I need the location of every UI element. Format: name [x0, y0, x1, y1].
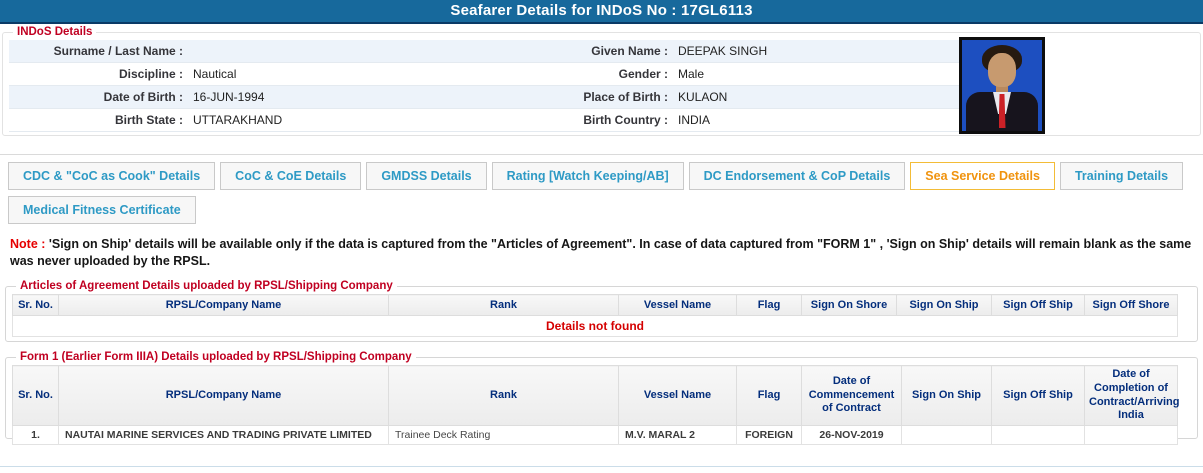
tab-training-details[interactable]: Training Details	[1059, 162, 1184, 190]
indos-details-grid: Surname / Last Name : Given Name : DEEPA…	[9, 40, 959, 132]
table-cell	[901, 425, 992, 445]
given-name-value: DEEPAK SINGH	[678, 44, 768, 58]
form1-table: Sr. No. RPSL/Company Name Rank Vessel Name F…	[12, 365, 1179, 445]
tab-cdc-coc-as-cook-details[interactable]: CDC & "CoC as Cook" Details	[8, 162, 216, 190]
birth-country-label: Birth Country :	[583, 113, 668, 127]
detail-row: Discipline : Nautical Gender : Male	[9, 63, 959, 86]
column-header: RPSL/Company Name	[58, 294, 389, 316]
column-header: Sr. No.	[12, 294, 59, 316]
column-header: Sign Off Ship	[991, 365, 1085, 426]
tab-sea-service-details[interactable]: Sea Service Details	[910, 162, 1055, 190]
column-header: RPSL/Company Name	[58, 365, 389, 426]
table-cell: 1.	[12, 425, 59, 445]
column-header: Flag	[736, 365, 802, 426]
column-header: Sign Off Shore	[1084, 294, 1178, 316]
tab-rating-watch-keeping-ab[interactable]: Rating [Watch Keeping/AB]	[491, 162, 684, 190]
column-header: Vessel Name	[618, 365, 737, 426]
tab-coc-coe-details[interactable]: CoC & CoE Details	[220, 162, 362, 190]
column-header: Sr. No.	[12, 365, 59, 426]
detail-row: Date of Birth : 16-JUN-1994 Place of Bir…	[9, 86, 959, 109]
note-prefix: Note :	[10, 237, 46, 251]
table-cell: 26-NOV-2019	[801, 425, 902, 445]
place-of-birth-label: Place of Birth :	[583, 90, 668, 104]
footer-divider	[0, 466, 1203, 467]
note-text: Note : 'Sign on Ship' details will be av…	[10, 236, 1194, 271]
articles-table: Sr. No. RPSL/Company Name Rank Vessel Name F…	[12, 294, 1178, 337]
birth-country-value: INDIA	[678, 113, 711, 127]
date-of-birth-value: 16-JUN-1994	[193, 90, 265, 104]
column-header: Sign On Ship	[896, 294, 992, 316]
tab-dc-endorsement-cop-details[interactable]: DC Endorsement & CoP Details	[688, 162, 906, 190]
table-row: 1. NAUTAI MARINE SERVICES AND TRADING PRI…	[12, 425, 1178, 445]
seafarer-details-page: Seafarer Details for INDoS No : 17GL6113…	[0, 0, 1203, 473]
note-body: 'Sign on Ship' details will be available…	[10, 237, 1192, 269]
table-cell: Trainee Deck Rating	[388, 425, 619, 445]
gender-value: Male	[678, 67, 705, 81]
table-cell	[1084, 425, 1178, 445]
tab-bar: CDC & "CoC as Cook" Details CoC & CoE Det…	[0, 154, 1203, 230]
seafarer-photo	[959, 37, 1045, 134]
place-of-birth-value: KULAON	[678, 90, 728, 104]
empty-message: Details not found	[12, 315, 1178, 337]
table-cell: M.V. MARAL 2	[618, 425, 737, 445]
tab-medical-fitness-certificate[interactable]: Medical Fitness Certificate	[8, 196, 196, 224]
tab-gmdss-details[interactable]: GMDSS Details	[366, 162, 487, 190]
discipline-value: Nautical	[193, 67, 237, 81]
table-cell: NAUTAI MARINE SERVICES AND TRADING PRIVA…	[58, 425, 389, 445]
column-header: Rank	[388, 294, 619, 316]
surname-value	[189, 40, 487, 62]
articles-legend: Articles of Agreement Details uploaded b…	[20, 280, 393, 292]
detail-row: Birth State : UTTARAKHAND Birth Country …	[9, 109, 959, 132]
discipline-label: Discipline :	[118, 67, 183, 81]
detail-row: Surname / Last Name : Given Name : DEEPA…	[9, 40, 959, 63]
column-header: Sign On Ship	[901, 365, 992, 426]
gender-label: Gender :	[618, 67, 668, 81]
column-header: Rank	[388, 365, 619, 426]
photo-tie	[998, 94, 1006, 128]
birth-state-label: Birth State :	[114, 113, 183, 127]
given-name-label: Given Name :	[591, 44, 668, 58]
form1-legend: Form 1 (Earlier Form IIIA) Details uploa…	[20, 351, 412, 363]
birth-state-value: UTTARAKHAND	[193, 113, 283, 127]
table-cell: FOREIGN	[736, 425, 802, 445]
photo-face	[988, 53, 1016, 87]
table-cell	[991, 425, 1085, 445]
indos-details-legend: INDoS Details	[17, 26, 93, 38]
column-header: Sign Off Ship	[991, 294, 1085, 316]
date-of-birth-label: Date of Birth :	[103, 90, 183, 104]
column-header: Date of Completion of Contract/Arriving …	[1084, 365, 1179, 426]
column-header: Flag	[736, 294, 802, 316]
surname-label: Surname / Last Name :	[53, 44, 183, 58]
column-header: Date of Commencement of Contract	[801, 365, 902, 426]
articles-of-agreement-section: Articles of Agreement Details uploaded b…	[5, 280, 1198, 342]
form1-section: Form 1 (Earlier Form IIIA) Details uploa…	[5, 351, 1198, 445]
column-header: Vessel Name	[618, 294, 737, 316]
page-title: Seafarer Details for INDoS No : 17GL6113	[0, 0, 1203, 24]
column-header: Sign On Shore	[801, 294, 897, 316]
